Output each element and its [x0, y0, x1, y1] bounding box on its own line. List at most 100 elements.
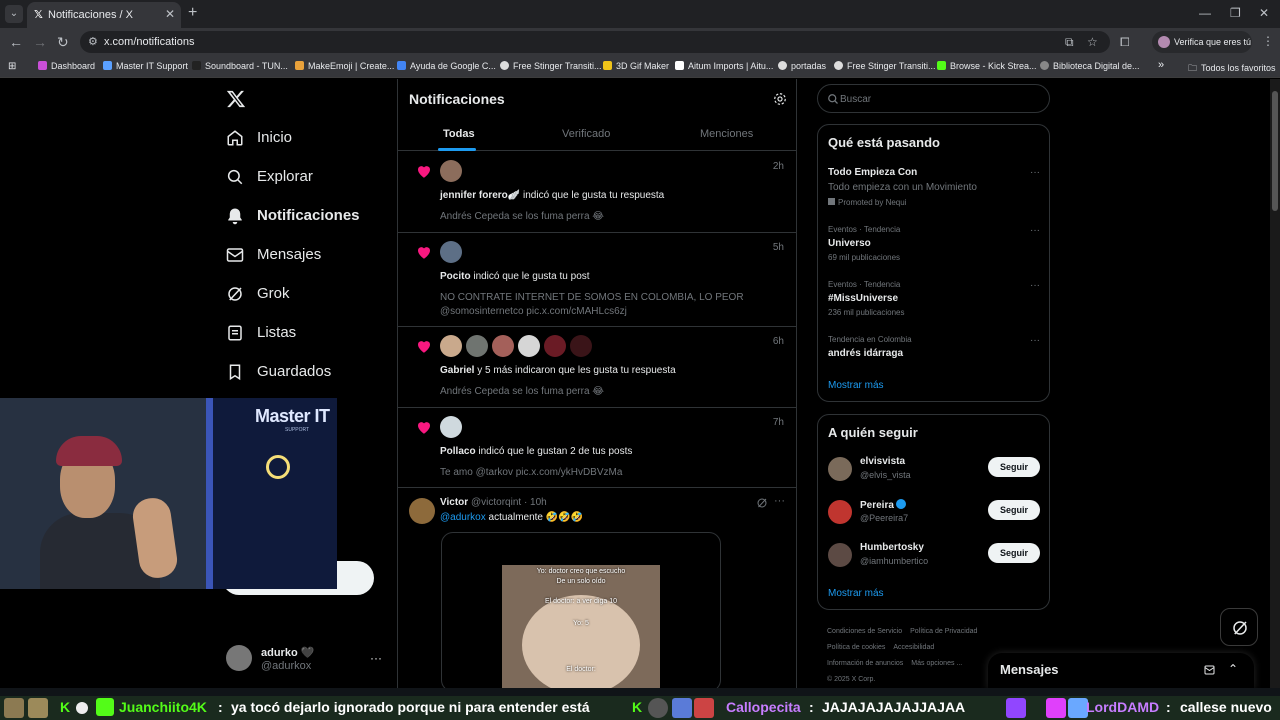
- bookmark-item[interactable]: Biblioteca Digital de...: [1040, 61, 1140, 71]
- avatar[interactable]: [492, 335, 514, 357]
- footer-link[interactable]: Más opciones ...: [911, 660, 962, 667]
- bookmark-item[interactable]: Master IT Support: [103, 61, 188, 71]
- page-scrollbar[interactable]: [1270, 79, 1280, 688]
- trend-name: Todo Empieza Con: [828, 167, 918, 178]
- tab-verificado[interactable]: Verificado: [562, 128, 610, 140]
- scroll-thumb[interactable]: [1272, 91, 1278, 211]
- footer-link[interactable]: Condiciones de Servicio: [827, 628, 902, 635]
- notification-item[interactable]: 5h Pocito indicó que le gusta tu post NO…: [398, 233, 796, 327]
- nav-label: Notificaciones: [257, 207, 360, 224]
- avatar[interactable]: [828, 500, 852, 524]
- footer-link[interactable]: Información de anuncios: [827, 660, 903, 667]
- all-bookmarks-folder[interactable]: 🗀 Todos los favoritos: [1188, 61, 1276, 77]
- follow-suggestion[interactable]: elvisvista @elvis_vista Seguir: [828, 455, 1040, 485]
- gear-icon[interactable]: [773, 92, 787, 106]
- notification-item[interactable]: 7h Pollaco indicó que le gustan 2 de tus…: [398, 408, 796, 488]
- close-window-icon[interactable]: ✕: [1259, 6, 1269, 20]
- follow-suggestion[interactable]: Humbertosky @iamhumbertico Seguir: [828, 541, 1040, 571]
- bookmarks-overflow-icon[interactable]: »: [1158, 59, 1164, 71]
- apps-grid-icon[interactable]: ⊞: [8, 61, 16, 72]
- new-tab-icon[interactable]: +: [188, 5, 197, 21]
- address-bar[interactable]: ⚙ x.com/notifications ⧉ ☆: [80, 31, 1110, 53]
- tweet-media[interactable]: Yo: doctor creo que escucho De un solo o…: [441, 532, 721, 688]
- trend-context: Eventos · Tendencia: [828, 280, 901, 289]
- chat-separator: :: [218, 699, 223, 715]
- grok-button[interactable]: [1220, 608, 1258, 646]
- trend-item[interactable]: Tendencia en Colombia andrés idárraga ··…: [828, 335, 1040, 361]
- trend-item[interactable]: Eventos · Tendencia Universo 69 mil publ…: [828, 225, 1040, 262]
- chat-message: callese nuevo: [1180, 699, 1272, 715]
- tab-search-icon[interactable]: ⌄: [5, 5, 23, 23]
- follow-button[interactable]: Seguir: [988, 457, 1040, 477]
- messages-drawer[interactable]: Mensajes ⌃: [988, 653, 1254, 688]
- more-icon[interactable]: ···: [1030, 280, 1040, 291]
- bookmark-item[interactable]: MakeEmoji | Create...: [295, 61, 394, 71]
- avatar[interactable]: [828, 457, 852, 481]
- chat-username: Callopecita: [726, 699, 801, 715]
- follow-button[interactable]: Seguir: [988, 500, 1040, 520]
- cat-face: [522, 595, 640, 688]
- footer-link[interactable]: Política de Privacidad: [910, 628, 977, 635]
- avatar[interactable]: [440, 335, 462, 357]
- install-app-icon[interactable]: ⧉: [1065, 35, 1074, 50]
- notification-item[interactable]: 2h jennifer forero🪽 indicó que le gusta …: [398, 152, 796, 233]
- reload-icon[interactable]: ↻: [57, 34, 69, 50]
- more-icon[interactable]: ···: [774, 495, 785, 507]
- mention-tweet[interactable]: Victor @victorqint · 10h ··· @adurkox ac…: [398, 488, 796, 688]
- trend-item[interactable]: Todo Empieza Con Todo empieza con un Mov…: [828, 167, 1040, 209]
- avatar[interactable]: [440, 241, 462, 263]
- profile-button[interactable]: Verifica que eres tú: [1152, 31, 1252, 53]
- notification-item[interactable]: 6h Gabriel y 5 más indicaron que les gus…: [398, 327, 796, 408]
- trend-item[interactable]: Eventos · Tendencia #MissUniverse 236 mi…: [828, 280, 1040, 317]
- close-tab-icon[interactable]: ✕: [165, 7, 175, 21]
- avatar[interactable]: [570, 335, 592, 357]
- bookmark-item[interactable]: Free Stinger Transiti...: [500, 61, 602, 71]
- default-avatar[interactable]: [440, 416, 462, 438]
- more-icon[interactable]: ···: [1030, 225, 1040, 236]
- minimize-icon[interactable]: —: [1199, 6, 1211, 20]
- bookmark-item[interactable]: Ayuda de Google C...: [397, 61, 496, 71]
- maximize-icon[interactable]: ❐: [1230, 6, 1241, 20]
- avatar[interactable]: [440, 160, 462, 182]
- new-message-icon[interactable]: [1204, 664, 1216, 676]
- tweet-author[interactable]: Victor: [440, 497, 468, 508]
- bookmark-item[interactable]: Free Stinger Transiti...: [834, 61, 936, 71]
- bookmark-item[interactable]: Dashboard: [38, 61, 95, 71]
- expand-icon[interactable]: ⌃: [1228, 662, 1238, 676]
- site-info-icon[interactable]: ⚙: [88, 35, 98, 48]
- tab-todas[interactable]: Todas: [443, 128, 475, 140]
- account-switcher[interactable]: adurko 🖤 @adurkox ···: [226, 645, 386, 675]
- footer-link[interactable]: Accesibilidad: [893, 644, 934, 651]
- bookmark-item[interactable]: portadas: [778, 61, 826, 71]
- footer-link[interactable]: Política de cookies: [827, 644, 885, 651]
- show-more-follow-link[interactable]: Mostrar más: [828, 588, 884, 599]
- browser-tab[interactable]: 𝕏 Notificaciones / X ✕: [27, 2, 181, 28]
- forward-icon[interactable]: →: [33, 34, 47, 50]
- avatar[interactable]: [828, 543, 852, 567]
- avatar[interactable]: [466, 335, 488, 357]
- extensions-icon[interactable]: ⧠: [1120, 35, 1130, 50]
- search-input[interactable]: Buscar: [817, 84, 1050, 113]
- bookmark-item[interactable]: Soundboard - TUN...: [192, 61, 288, 71]
- avatar[interactable]: [409, 498, 435, 524]
- more-icon[interactable]: ···: [370, 651, 382, 665]
- bookmark-star-icon[interactable]: ☆: [1087, 35, 1098, 49]
- grok-icon[interactable]: [756, 497, 768, 509]
- bookmark-item[interactable]: Aitum Imports | Aitu...: [675, 61, 773, 71]
- more-icon[interactable]: ···: [1030, 335, 1040, 346]
- badge-icon: [672, 698, 692, 718]
- bookmark-item[interactable]: 3D Gif Maker: [603, 61, 669, 71]
- bookmark-item[interactable]: Browse - Kick Strea...: [937, 61, 1037, 71]
- follow-button[interactable]: Seguir: [988, 543, 1040, 563]
- list-icon: [228, 325, 242, 341]
- back-icon[interactable]: ←: [9, 34, 23, 50]
- more-icon[interactable]: ···: [1030, 167, 1040, 178]
- x-logo-icon[interactable]: [226, 89, 246, 109]
- browser-menu-icon[interactable]: ⋮: [1262, 34, 1274, 48]
- show-more-trends-link[interactable]: Mostrar más: [828, 380, 884, 391]
- avatar[interactable]: [544, 335, 566, 357]
- emote-icon: [4, 698, 24, 718]
- tab-menciones[interactable]: Menciones: [700, 128, 753, 140]
- follow-suggestion[interactable]: Pereira @Peereira7 Seguir: [828, 498, 1040, 528]
- avatar[interactable]: [518, 335, 540, 357]
